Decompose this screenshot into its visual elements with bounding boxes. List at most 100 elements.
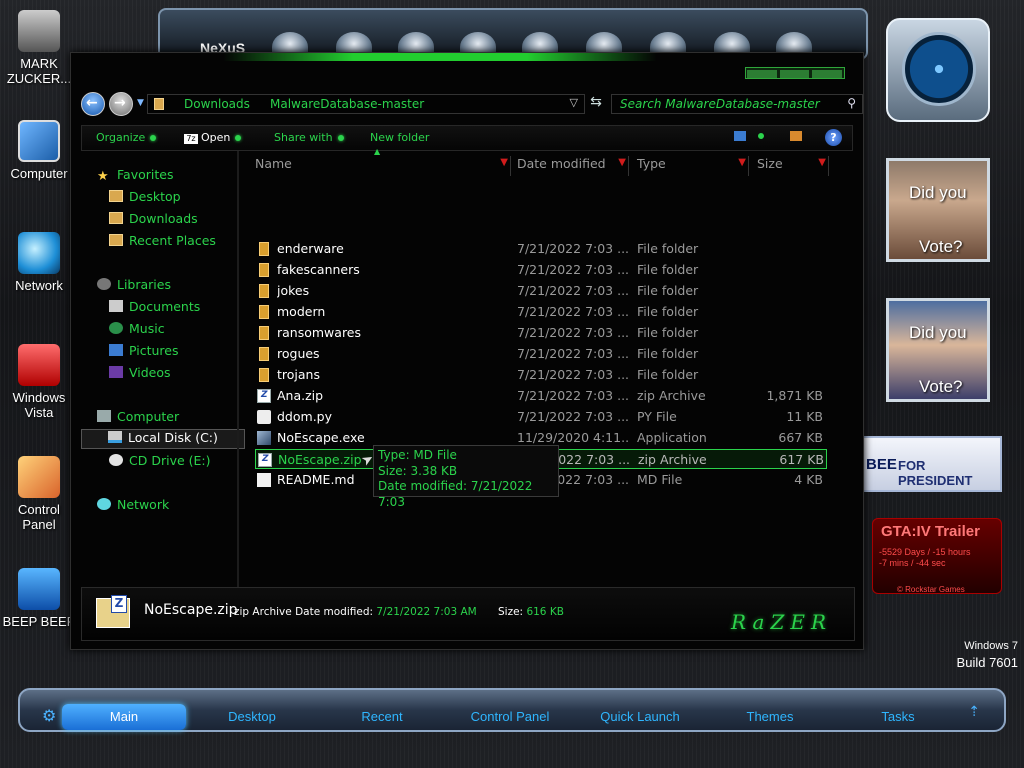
breadcrumb-downloads[interactable]: Downloads bbox=[184, 97, 250, 111]
file-type: zip Archive bbox=[638, 452, 707, 467]
column-label: Type bbox=[637, 156, 666, 171]
file-name: jokes bbox=[277, 283, 310, 298]
photo-caption-top: Did you bbox=[909, 323, 967, 342]
filter-dropdown-icon[interactable]: ▼ bbox=[818, 157, 826, 168]
file-type: File folder bbox=[637, 346, 699, 361]
gear-icon[interactable]: ⚙ bbox=[42, 706, 62, 726]
column-header-date[interactable]: Date modified ▼ bbox=[517, 156, 629, 176]
network-icon bbox=[97, 498, 111, 510]
user-icon bbox=[18, 10, 60, 52]
zip-file-thumbnail-icon bbox=[96, 595, 130, 628]
nav-local-disk[interactable]: Local Disk (C:) bbox=[81, 429, 245, 449]
nav-computer[interactable]: Computer bbox=[97, 409, 179, 429]
tab-tasks[interactable]: Tasks bbox=[836, 704, 960, 730]
desktop-icon-beep[interactable]: BEEP BEEP bbox=[2, 568, 76, 629]
change-view-icon[interactable] bbox=[734, 131, 746, 141]
photo-caption-bottom: Vote? bbox=[919, 377, 963, 396]
nav-libraries[interactable]: Libraries bbox=[97, 277, 171, 297]
desktop-icon-control-panel[interactable]: Control Panel bbox=[2, 456, 76, 532]
search-input[interactable] bbox=[620, 97, 830, 111]
countdown-gadget[interactable]: GTA:IV Trailer -5529 Days / -15 hours -7… bbox=[872, 518, 1002, 594]
refresh-button[interactable]: ⇆ bbox=[585, 94, 607, 114]
navigation-pane: ★ Favorites Desktop Downloads Recent Plac… bbox=[81, 153, 245, 585]
folder-icon bbox=[259, 263, 269, 277]
share-with-button[interactable]: Share with bbox=[274, 131, 344, 144]
search-box[interactable]: ⚲ bbox=[611, 94, 863, 114]
filter-dropdown-icon[interactable]: ▼ bbox=[738, 157, 746, 168]
address-bar[interactable]: Downloads MalwareDatabase-master ▽ bbox=[147, 94, 585, 114]
column-header-name[interactable]: Name ▼ bbox=[255, 156, 511, 176]
command-bar: Organize 7z Open Share with New folder ? bbox=[81, 125, 853, 151]
nav-downloads[interactable]: Downloads bbox=[109, 211, 198, 231]
organize-button[interactable]: Organize bbox=[96, 131, 157, 144]
desktop-icon-computer[interactable]: Computer bbox=[2, 120, 76, 181]
column-header-size[interactable]: Size ▼ bbox=[757, 156, 829, 176]
filter-dropdown-icon[interactable]: ▼ bbox=[500, 157, 508, 168]
file-list: ▲ Name ▼ Date modified ▼ Type ▼ Size ▼ ender… bbox=[241, 147, 855, 583]
photo-gadget-1[interactable]: Did you Vote? bbox=[886, 158, 990, 262]
nav-network[interactable]: Network bbox=[97, 497, 169, 517]
forward-button[interactable]: → bbox=[109, 92, 133, 116]
close-button[interactable] bbox=[812, 70, 842, 78]
file-row[interactable]: trojans 7/21/2022 7:03 ... File folder bbox=[255, 365, 827, 385]
tab-control-panel[interactable]: Control Panel bbox=[448, 704, 572, 730]
beep-icon bbox=[18, 568, 60, 610]
file-row[interactable]: rogues 7/21/2022 7:03 ... File folder bbox=[255, 344, 827, 364]
photo-caption-bottom: Vote? bbox=[919, 237, 963, 256]
search-icon[interactable]: ⚲ bbox=[847, 96, 856, 110]
file-row[interactable]: modern 7/21/2022 7:03 ... File folder bbox=[255, 302, 827, 322]
nav-music[interactable]: Music bbox=[109, 321, 165, 341]
view-options-icon[interactable] bbox=[758, 133, 764, 139]
file-row[interactable]: ddom.py 7/21/2022 7:03 ... PY File 11 KB bbox=[255, 407, 827, 427]
nav-videos[interactable]: Videos bbox=[109, 365, 171, 385]
badge-left-text: BEE bbox=[866, 456, 897, 473]
nav-documents[interactable]: Documents bbox=[109, 299, 200, 319]
tab-main[interactable]: Main bbox=[62, 704, 186, 730]
desktop-icon-user[interactable]: MARK ZUCKER... bbox=[2, 10, 76, 86]
file-row[interactable]: ransomwares 7/21/2022 7:03 ... File folder bbox=[255, 323, 827, 343]
countdown-title: GTA:IV Trailer bbox=[881, 523, 980, 540]
nav-cd-drive[interactable]: CD Drive (E:) bbox=[109, 453, 211, 473]
tab-recent[interactable]: Recent bbox=[320, 704, 444, 730]
nav-favorites[interactable]: ★ Favorites bbox=[97, 167, 173, 187]
campaign-badge-gadget[interactable]: BEE FOR PRESIDENT bbox=[862, 436, 1002, 492]
filter-dropdown-icon[interactable]: ▼ bbox=[618, 157, 626, 168]
file-name: trojans bbox=[277, 367, 320, 382]
tab-quick-launch[interactable]: Quick Launch bbox=[578, 704, 702, 730]
chevron-down-icon[interactable]: ▽ bbox=[570, 96, 578, 109]
folder-icon bbox=[259, 326, 269, 340]
nav-label: Favorites bbox=[117, 167, 174, 182]
file-row[interactable]: fakescanners 7/21/2022 7:03 ... File folde… bbox=[255, 260, 827, 280]
tab-themes[interactable]: Themes bbox=[708, 704, 832, 730]
photo-gadget-2[interactable]: Did you Vote? bbox=[886, 298, 990, 402]
tab-desktop[interactable]: Desktop bbox=[190, 704, 314, 730]
tooltip-type: Type: MD File bbox=[378, 448, 457, 462]
clock-gadget[interactable] bbox=[886, 18, 990, 122]
file-size: 667 KB bbox=[778, 430, 823, 445]
file-row[interactable]: Ana.zip 7/21/2022 7:03 ... zip Archive 1,87… bbox=[255, 386, 827, 406]
column-header-type[interactable]: Type ▼ bbox=[637, 156, 749, 176]
nav-desktop[interactable]: Desktop bbox=[109, 189, 181, 209]
file-type: Application bbox=[637, 430, 707, 445]
nav-recent-places[interactable]: Recent Places bbox=[109, 233, 216, 253]
tooltip-size: Size: 3.38 KB bbox=[378, 463, 458, 478]
minimize-button[interactable] bbox=[747, 70, 777, 78]
file-row[interactable]: enderware 7/21/2022 7:03 ... File folder bbox=[255, 239, 827, 259]
desktop-icon-recycle-bin[interactable]: Windows Vista bbox=[2, 344, 76, 420]
breadcrumb-malware-database[interactable]: MalwareDatabase-master bbox=[270, 97, 424, 111]
pane-splitter[interactable] bbox=[237, 151, 239, 589]
maximize-button[interactable] bbox=[779, 70, 810, 78]
desktop-icon-network[interactable]: Network bbox=[2, 232, 76, 293]
back-button[interactable]: ← bbox=[81, 92, 105, 116]
7zip-icon: 7z bbox=[184, 134, 198, 144]
arrow-up-icon[interactable]: ⇡ bbox=[968, 704, 980, 720]
column-label: Date modified bbox=[517, 156, 606, 171]
new-folder-button[interactable]: New folder bbox=[370, 131, 429, 144]
open-button[interactable]: 7z Open bbox=[184, 131, 242, 144]
nav-pictures[interactable]: Pictures bbox=[109, 343, 179, 363]
file-row[interactable]: jokes 7/21/2022 7:03 ... File folder bbox=[255, 281, 827, 301]
nav-label: Network bbox=[117, 497, 170, 512]
preview-pane-icon[interactable] bbox=[790, 131, 802, 141]
help-icon[interactable]: ? bbox=[825, 129, 842, 146]
recent-pages-chevron-icon[interactable]: ▼ bbox=[137, 98, 144, 108]
